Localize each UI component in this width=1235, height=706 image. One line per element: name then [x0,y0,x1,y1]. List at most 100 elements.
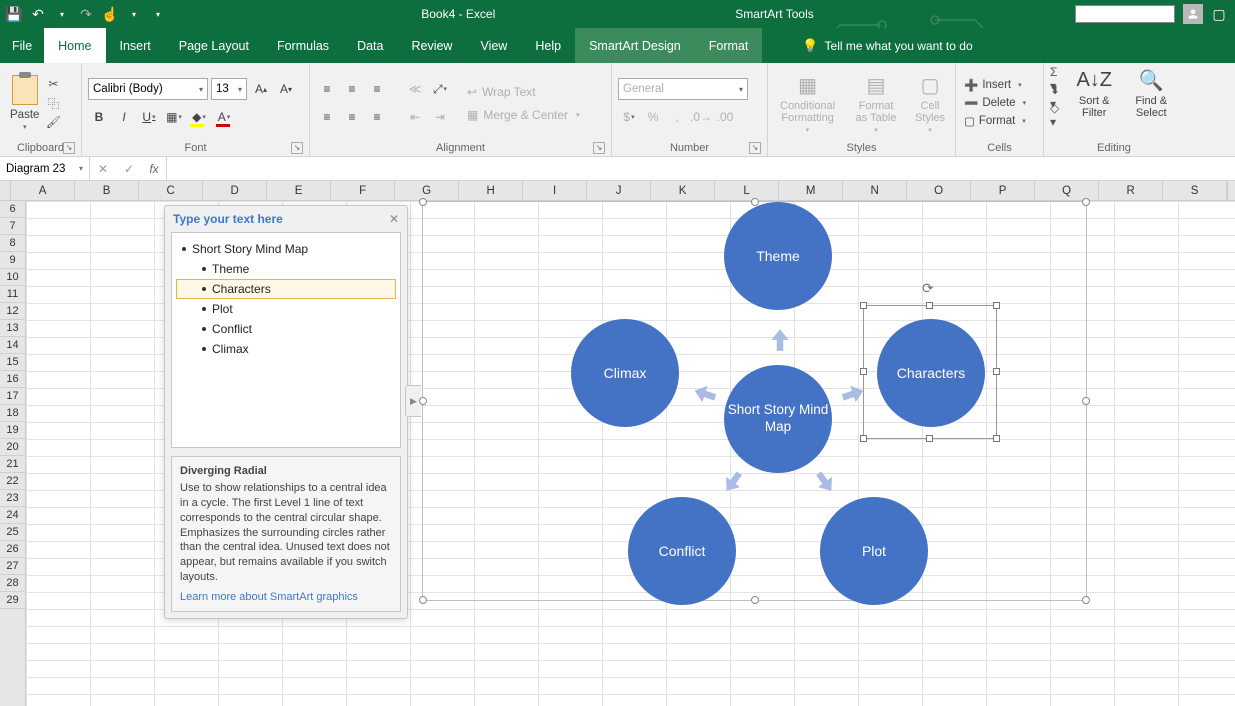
text-pane-item[interactable]: Plot [176,299,396,319]
underline-button[interactable]: U [138,106,160,128]
column-header[interactable]: O [907,181,971,200]
row-header[interactable]: 14 [0,337,25,354]
decrease-decimal-icon[interactable]: .00 [714,106,736,128]
column-header[interactable]: N [843,181,907,200]
conditional-formatting-button[interactable]: ▦Conditional Formatting▾ [774,70,841,136]
column-header[interactable]: L [715,181,779,200]
number-launcher[interactable]: ↘ [749,142,761,154]
column-header[interactable]: F [331,181,395,200]
row-header[interactable]: 23 [0,490,25,507]
row-header[interactable]: 17 [0,388,25,405]
accounting-format-icon[interactable]: $ [618,106,640,128]
column-header[interactable]: S [1163,181,1227,200]
format-as-table-button[interactable]: ▤Format as Table▾ [851,70,901,136]
text-pane-item[interactable]: Climax [176,339,396,359]
touch-dd[interactable]: ▾ [126,6,142,22]
font-color-button[interactable]: A [213,106,235,128]
resize-handle-b[interactable] [751,596,759,604]
smartart-node-theme[interactable]: Theme [724,202,832,310]
learn-more-link[interactable]: Learn more about SmartArt graphics [180,591,358,603]
autosum-icon[interactable]: Σ ▾ [1050,65,1064,79]
row-header[interactable]: 19 [0,422,25,439]
column-header[interactable]: K [651,181,715,200]
font-launcher[interactable]: ↘ [291,142,303,154]
column-header[interactable]: B [75,181,139,200]
grow-font-icon[interactable]: A▴ [250,78,272,100]
increase-decimal-icon[interactable]: .0→ [690,106,712,128]
find-select-button[interactable]: 🔍Find & Select [1124,65,1178,121]
italic-button[interactable]: I [113,106,135,128]
column-header[interactable]: A [11,181,75,200]
row-header[interactable]: 10 [0,269,25,286]
smartart-node-plot[interactable]: Plot [820,497,928,605]
row-header[interactable]: 25 [0,524,25,541]
align-right-icon[interactable]: ≡ [366,106,388,128]
resize-handle-tr[interactable] [1082,198,1090,206]
align-top-icon[interactable]: ≡ [316,78,338,100]
text-pane-item[interactable]: Short Story Mind Map [176,239,396,259]
shape-handle-br[interactable] [993,435,1000,442]
orientation-icon[interactable]: ⤢ [429,78,451,100]
column-header[interactable]: H [459,181,523,200]
smartart-node-conflict[interactable]: Conflict [628,497,736,605]
resize-handle-br[interactable] [1082,596,1090,604]
select-all-corner[interactable] [0,181,11,200]
resize-handle-r[interactable] [1082,397,1090,405]
save-icon[interactable]: 💾 [6,6,22,22]
shape-handle-tl[interactable] [860,302,867,309]
column-header[interactable]: E [267,181,331,200]
cell-styles-button[interactable]: ▢Cell Styles▾ [911,70,949,136]
resize-handle-tl[interactable] [419,198,427,206]
formula-input[interactable] [167,157,1235,180]
text-pane-item[interactable]: Theme [176,259,396,279]
column-header[interactable]: R [1099,181,1163,200]
row-header[interactable]: 9 [0,252,25,269]
row-header[interactable]: 15 [0,354,25,371]
smartart-center[interactable]: Short Story Mind Map [724,365,832,473]
signin-input[interactable] [1075,5,1175,23]
paste-button[interactable]: Paste ▾ [6,73,43,133]
copy-icon[interactable]: ⿻ [45,95,61,111]
row-header[interactable]: 20 [0,439,25,456]
tab-page-layout[interactable]: Page Layout [165,28,263,63]
indent-left-icon[interactable]: ⇤ [404,106,426,128]
tab-insert[interactable]: Insert [106,28,165,63]
shape-handle-t[interactable] [926,302,933,309]
column-header[interactable]: Q [1035,181,1099,200]
align-bottom-icon[interactable]: ≡ [366,78,388,100]
row-header[interactable]: 13 [0,320,25,337]
tab-formulas[interactable]: Formulas [263,28,343,63]
column-header[interactable]: C [139,181,203,200]
text-pane-item[interactable]: Conflict [176,319,396,339]
shape-handle-tr[interactable] [993,302,1000,309]
tab-home[interactable]: Home [44,28,105,63]
enter-formula-icon[interactable]: ✓ [116,162,142,176]
text-pane-list[interactable]: Short Story Mind MapThemeCharactersPlotC… [171,232,401,448]
wrap-text-button[interactable]: ↩Wrap Text [463,83,584,101]
tab-format[interactable]: Format [695,28,763,63]
column-header[interactable]: M [779,181,843,200]
merge-center-button[interactable]: ▦Merge & Center▾ [463,106,584,124]
text-pane-item[interactable]: Characters [176,279,396,299]
shape-handle-bl[interactable] [860,435,867,442]
touch-mode-icon[interactable]: ☝ [102,6,118,22]
shrink-font-icon[interactable]: A▾ [275,78,297,100]
cells-area[interactable]: Type your text here ✕ Short Story Mind M… [26,201,1235,706]
fill-icon[interactable]: ⬇ ▾ [1050,83,1064,97]
border-button[interactable]: ▦ [163,106,185,128]
bold-button[interactable]: B [88,106,110,128]
row-header[interactable]: 6 [0,201,25,218]
tab-file[interactable]: File [0,28,44,63]
column-header[interactable]: D [203,181,267,200]
cut-icon[interactable]: ✂ [45,76,61,92]
row-header[interactable]: 16 [0,371,25,388]
alignment-launcher[interactable]: ↘ [593,142,605,154]
font-size-combo[interactable]: 13▾ [211,78,247,100]
percent-icon[interactable]: % [642,106,664,128]
format-painter-icon[interactable]: 🖌 [45,114,61,130]
rotation-handle-icon[interactable]: ⟳ [922,280,938,296]
number-format-combo[interactable]: General▾ [618,78,748,100]
resize-handle-l[interactable] [419,397,427,405]
decrease-indent-icon[interactable]: ≪ [404,78,426,100]
row-header[interactable]: 24 [0,507,25,524]
